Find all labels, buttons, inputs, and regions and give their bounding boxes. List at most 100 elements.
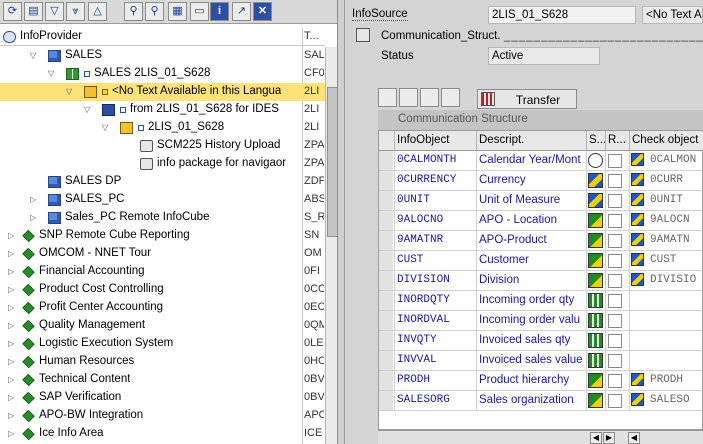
tree-node[interactable]: ▷ Financial Accounting 0FI	[0, 263, 325, 281]
add-rows-icon[interactable]	[378, 88, 397, 107]
tree-node-label[interactable]: SALES DP	[65, 175, 121, 187]
infoobject-cell[interactable]: INORDVAL	[395, 311, 477, 331]
tree-node[interactable]: ▷ Profit Center Accounting 0EC	[0, 299, 325, 317]
row-selector[interactable]	[379, 351, 395, 371]
tree-node-label[interactable]: Financial Accounting	[39, 265, 144, 277]
scroll-left-icon[interactable]: ◀	[590, 432, 602, 444]
column-header-s[interactable]: S...	[587, 131, 606, 151]
checkbox-cell[interactable]	[606, 271, 630, 291]
infoobject-cell[interactable]: CUST	[395, 251, 477, 271]
checkbox-cell[interactable]	[606, 231, 630, 251]
tree-node[interactable]: ▷ SNP Remote Cube Reporting SN	[0, 227, 325, 245]
tree-node-label[interactable]: 2LIS_01_S628	[148, 121, 224, 133]
expand-icon[interactable]: ▷	[8, 411, 16, 421]
checkbox-cell[interactable]	[606, 171, 630, 191]
tree-node[interactable]: ▷ OMCOM - NNET Tour OM	[0, 245, 325, 263]
tree-node[interactable]: ▷ Technical Content 0BV	[0, 371, 325, 389]
checkbox-cell[interactable]	[606, 211, 630, 231]
tree-node-label[interactable]: SALES	[65, 49, 102, 61]
column-header-r[interactable]: R...	[606, 131, 630, 151]
column-header-obj[interactable]: InfoObject	[395, 131, 477, 151]
tree-node-label[interactable]: SCM225 History Upload	[157, 139, 280, 151]
tree-node-label[interactable]: Sales_PC Remote InfoCube	[65, 211, 209, 223]
collapse-icon[interactable]: ▽	[48, 69, 56, 79]
infoobject-cell[interactable]: 0CALMONTH	[395, 151, 477, 171]
tree-node-label[interactable]: Product Cost Controlling	[39, 283, 164, 295]
row-selector[interactable]	[379, 191, 395, 211]
infoobject-cell[interactable]: 0UNIT	[395, 191, 477, 211]
expand-icon[interactable]: ▷	[8, 303, 16, 313]
tree-node-label[interactable]: Human Resources	[39, 355, 134, 367]
infoobject-cell[interactable]: INVQTY	[395, 331, 477, 351]
tree-node-label[interactable]: OMCOM - NNET Tour	[39, 247, 151, 259]
row-selector[interactable]	[379, 371, 395, 391]
pane-splitter[interactable]	[338, 0, 345, 444]
collapse-icon[interactable]: ▽	[30, 51, 38, 61]
tree-node[interactable]: ▷ Sales_PC Remote InfoCube S_R	[0, 209, 325, 227]
infoobject-cell[interactable]: 9AMATNR	[395, 231, 477, 251]
infoobject-cell[interactable]: PRODH	[395, 371, 477, 391]
expand-icon[interactable]: ▷	[8, 249, 16, 259]
expand-icon[interactable]: ▷	[8, 375, 16, 385]
tree-node-label[interactable]: APO-BW Integration	[39, 409, 143, 421]
expand-icon[interactable]: ▷	[8, 231, 16, 241]
filter-icon[interactable]: ▽	[45, 2, 64, 21]
tree-node[interactable]: SCM225 History Upload ZPA	[0, 137, 325, 155]
document-icon[interactable]: ▤	[24, 2, 43, 21]
layout-icon[interactable]: ▦	[168, 2, 187, 21]
scroll-first-icon[interactable]: ◀	[628, 432, 640, 444]
row-selector[interactable]	[379, 331, 395, 351]
tree-node-label[interactable]: Quality Management	[39, 319, 145, 331]
tree-node[interactable]: ▷ SALES_PC ABS	[0, 191, 325, 209]
transfer-button[interactable]: Transfer	[477, 89, 577, 109]
expand-icon[interactable]: ▷	[8, 429, 16, 439]
tree-node-label[interactable]: SALES 2LIS_01_S628	[94, 67, 210, 79]
tree-node-label[interactable]: SNP Remote Cube Reporting	[39, 229, 190, 241]
copy-icon[interactable]	[420, 88, 439, 107]
tree-node[interactable]: ▷ APO-BW Integration APO	[0, 407, 325, 425]
tree-node[interactable]: ▷ Human Resources 0HC	[0, 353, 325, 371]
tree-node-label[interactable]: Technical Content	[39, 373, 130, 385]
tree-node-label[interactable]: Logistic Execution System	[39, 337, 173, 349]
collapse-icon[interactable]: ▽	[102, 123, 110, 133]
collapse-icon[interactable]: ▽	[66, 87, 74, 97]
expand-icon[interactable]: ▷	[8, 321, 16, 331]
delete-rows-icon[interactable]	[399, 88, 418, 107]
tree-scrollbar[interactable]	[325, 47, 337, 444]
filter-clear-icon[interactable]: ⩔	[66, 2, 85, 21]
row-selector[interactable]	[379, 171, 395, 191]
row-selector[interactable]	[379, 311, 395, 331]
tree-node[interactable]: ▽ 2LIS_01_S628 2LI	[0, 119, 325, 137]
expand-icon[interactable]: ▷	[30, 195, 38, 205]
expand-icon[interactable]: ▷	[30, 213, 38, 223]
info-icon[interactable]: i	[210, 2, 229, 21]
infosource-field[interactable]: 2LIS_01_S628	[488, 6, 636, 24]
expand-icon[interactable]: ▷	[8, 285, 16, 295]
infoobject-cell[interactable]: SALESORG	[395, 391, 477, 411]
tree-node-label[interactable]: Profit Center Accounting	[39, 301, 163, 313]
tree-node[interactable]: ▷ Logistic Execution System 0LE	[0, 335, 325, 353]
tree-scrollbar-thumb[interactable]	[327, 87, 337, 237]
checkbox-cell[interactable]	[606, 151, 630, 171]
tree-node-label[interactable]: SAP Verification	[39, 391, 121, 403]
tree-node[interactable]: ▷ SAP Verification 0BV	[0, 389, 325, 407]
infoobject-cell[interactable]: INVVAL	[395, 351, 477, 371]
tree-node[interactable]: ▽ SALES SAL	[0, 47, 325, 65]
row-selector[interactable]	[379, 291, 395, 311]
tree-node-label[interactable]: Ice Info Area	[39, 427, 104, 439]
collapse-icon[interactable]: ▽	[84, 105, 92, 115]
tree-node-label[interactable]: <No Text Available in this Langua	[112, 85, 281, 97]
tree-node[interactable]: ▽ <No Text Available in this Langua 2LI	[0, 83, 325, 101]
checkbox-cell[interactable]	[606, 371, 630, 391]
tree-node[interactable]: SALES DP ZDP	[0, 173, 325, 191]
tree-node[interactable]: ▽ SALES 2LIS_01_S628 CF0	[0, 65, 325, 83]
binoculars-next-icon[interactable]: ⚲	[145, 2, 164, 21]
infoobject-cell[interactable]: 0CURRENCY	[395, 171, 477, 191]
row-selector[interactable]	[379, 391, 395, 411]
expand-icon[interactable]: ▷	[8, 393, 16, 403]
checkbox-cell[interactable]	[606, 391, 630, 411]
tree-node[interactable]: ▷ Ice Info Area ICE	[0, 425, 325, 443]
tree-node-label[interactable]: SALES_PC	[65, 193, 124, 205]
column-header-sel[interactable]	[379, 131, 395, 151]
row-selector[interactable]	[379, 271, 395, 291]
